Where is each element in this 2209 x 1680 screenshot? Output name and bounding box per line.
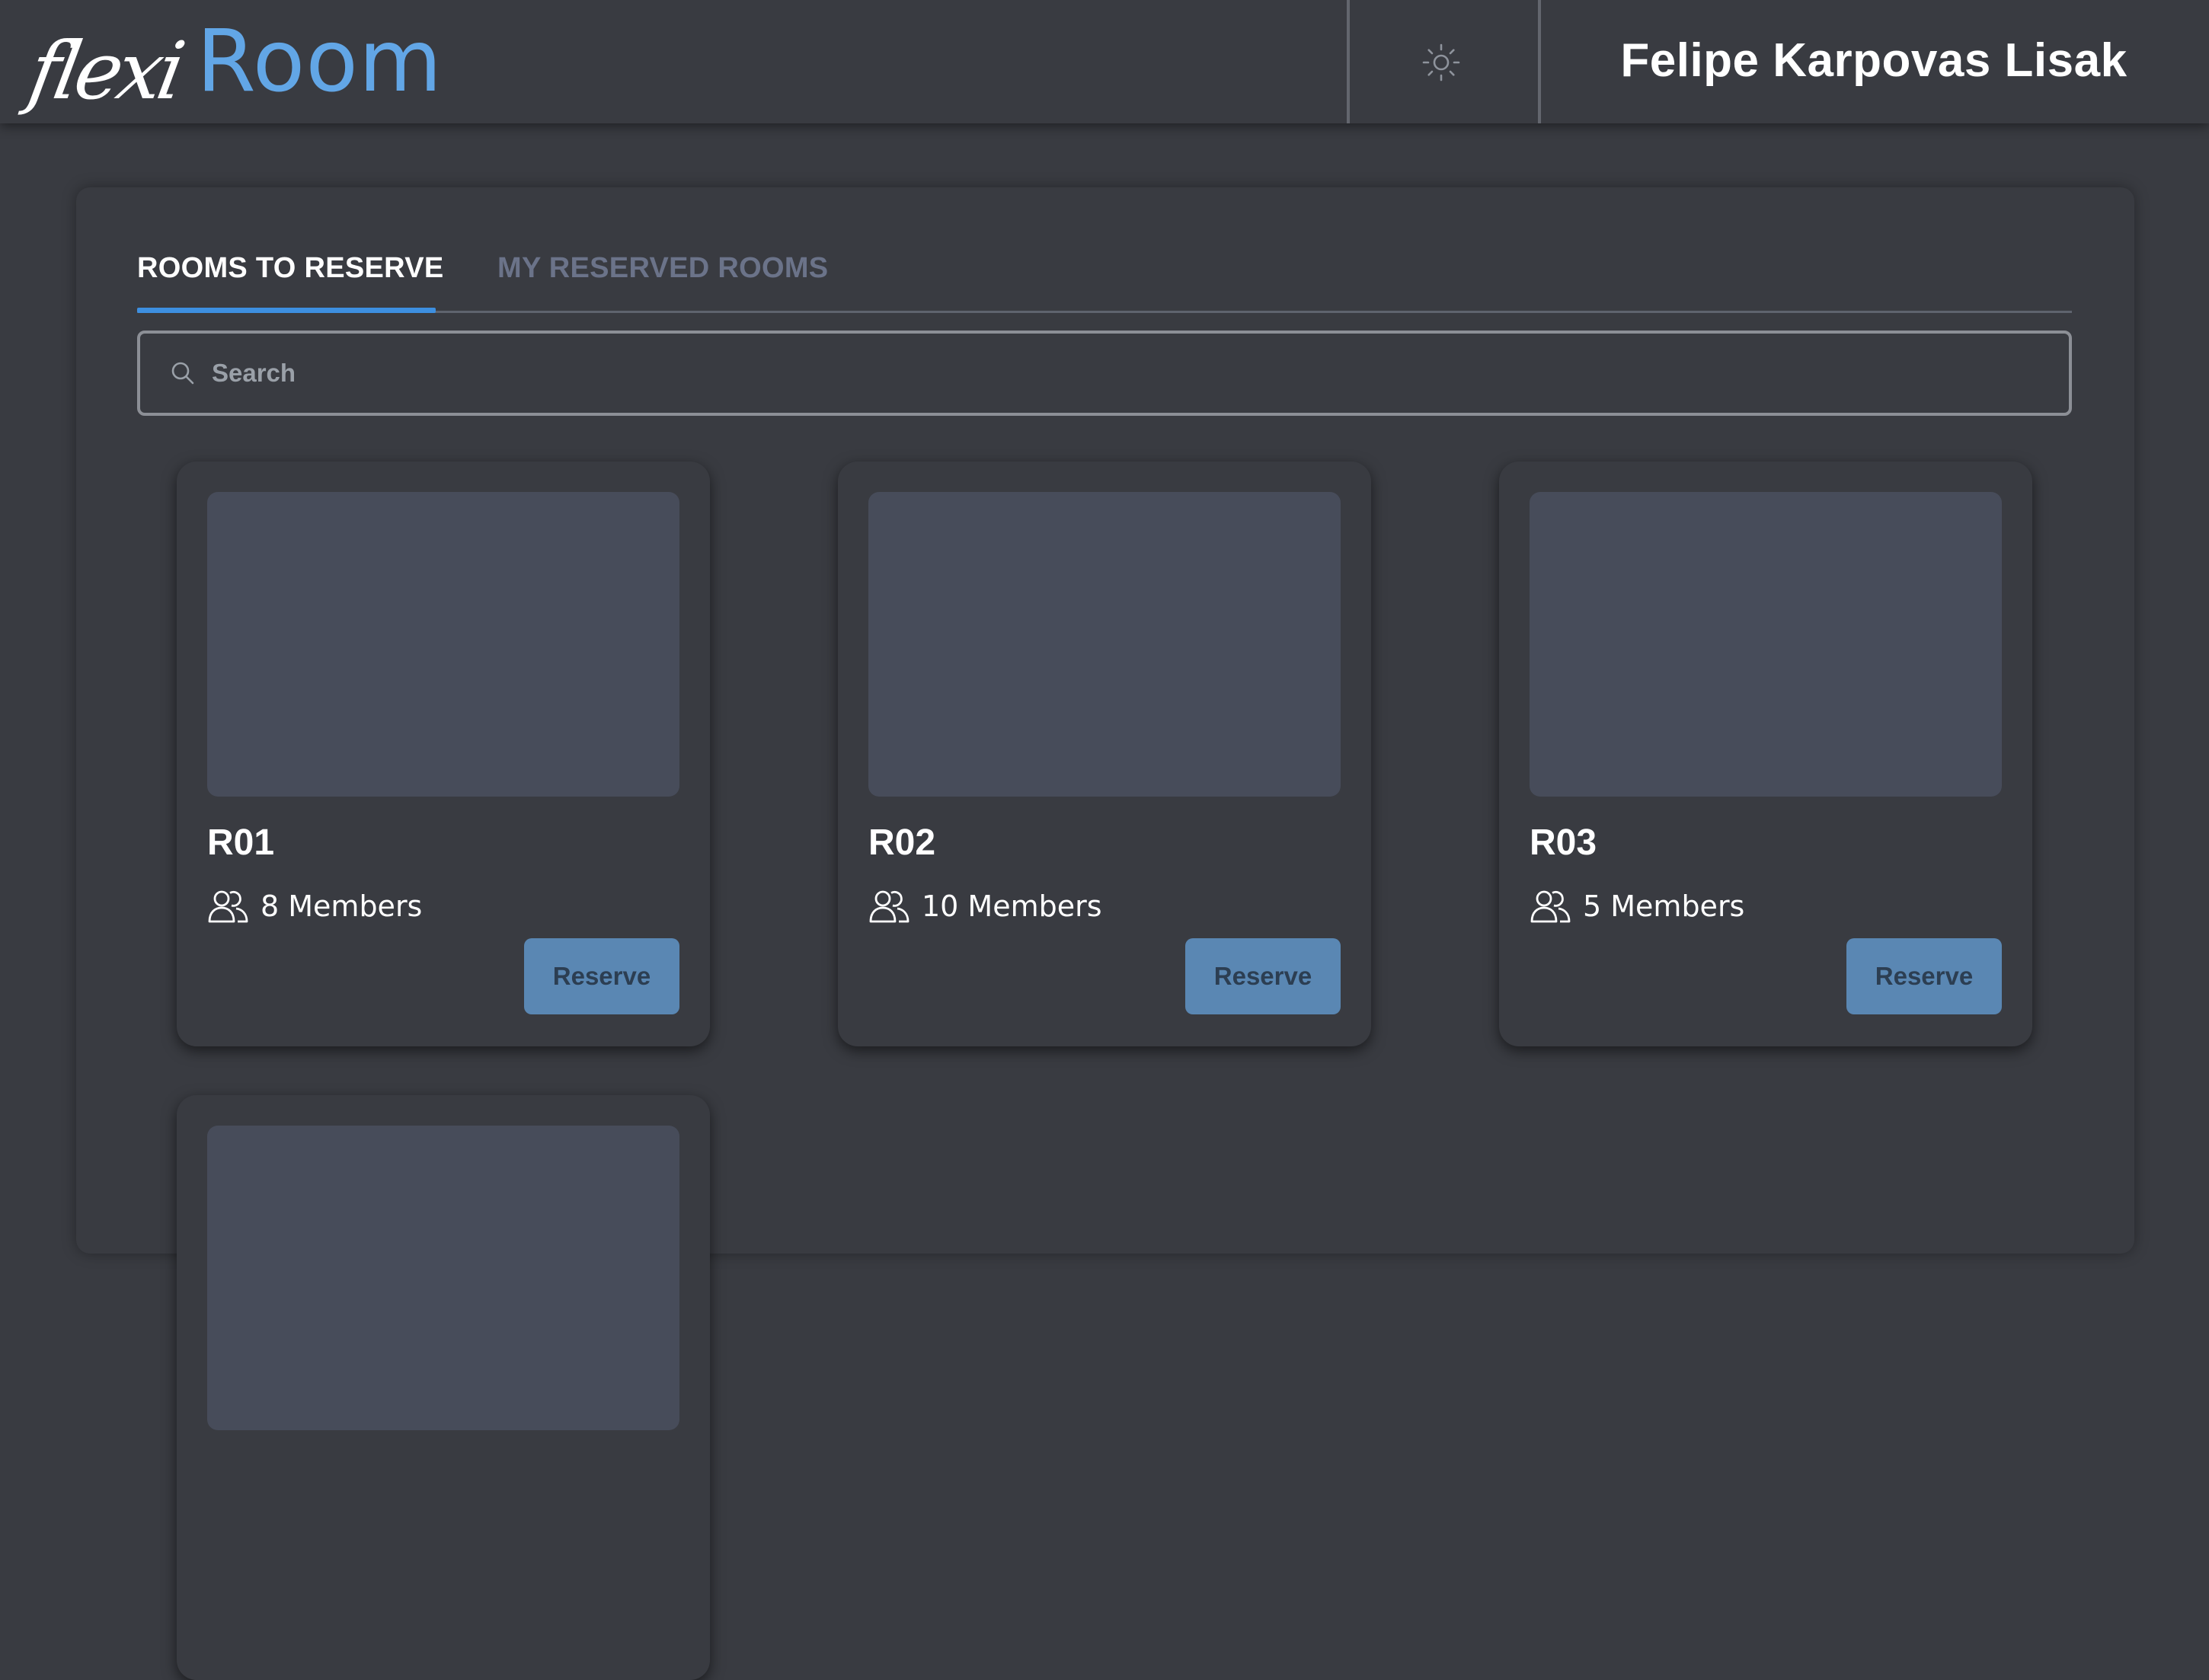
room-card: R01 8 Members Reserve <box>177 462 710 1046</box>
room-members-label: 10 Members <box>922 890 1102 923</box>
tab-rooms-to-reserve[interactable]: ROOMS TO RESERVE <box>137 245 443 291</box>
user-name[interactable]: Felipe Karpovas Lisak <box>1562 30 2186 91</box>
room-name: R02 <box>868 822 936 863</box>
room-members: 5 Members <box>1530 882 1744 931</box>
logo-room-text: Room <box>197 12 443 111</box>
theme-toggle-button[interactable] <box>1418 40 1464 85</box>
header-divider <box>1538 0 1541 123</box>
reserve-button[interactable]: Reserve <box>524 938 679 1014</box>
room-image-placeholder <box>1530 492 2002 797</box>
room-image-placeholder <box>868 492 1341 797</box>
room-members: 10 Members <box>868 882 1102 931</box>
room-card: R03 5 Members Reserve <box>1499 462 2032 1046</box>
room-name: R03 <box>1530 822 1597 863</box>
room-card: R02 10 Members Reserve <box>838 462 1371 1046</box>
room-members-label: 8 Members <box>261 890 423 923</box>
header-divider <box>1347 0 1350 123</box>
logo-script-text: flexi <box>22 24 187 117</box>
room-members-label: 5 Members <box>1583 890 1745 923</box>
tab-my-reserved-rooms[interactable]: MY RESERVED ROOMS <box>497 245 828 291</box>
sun-icon <box>1422 43 1460 81</box>
people-icon <box>207 888 250 925</box>
active-tab-indicator <box>137 308 436 313</box>
room-image-placeholder <box>207 1126 679 1430</box>
people-icon <box>868 888 911 925</box>
people-icon <box>1530 888 1572 925</box>
search-box[interactable] <box>137 331 2072 416</box>
app-header: flexi Room Felipe Karpovas Lisak <box>0 0 2209 123</box>
search-icon <box>169 358 200 388</box>
room-image-placeholder <box>207 492 679 797</box>
room-card <box>177 1095 710 1680</box>
reserve-button[interactable]: Reserve <box>1846 938 2002 1014</box>
room-members: 8 Members <box>207 882 422 931</box>
search-input[interactable] <box>212 343 2069 404</box>
room-name: R01 <box>207 822 275 863</box>
reserve-button[interactable]: Reserve <box>1185 938 1341 1014</box>
